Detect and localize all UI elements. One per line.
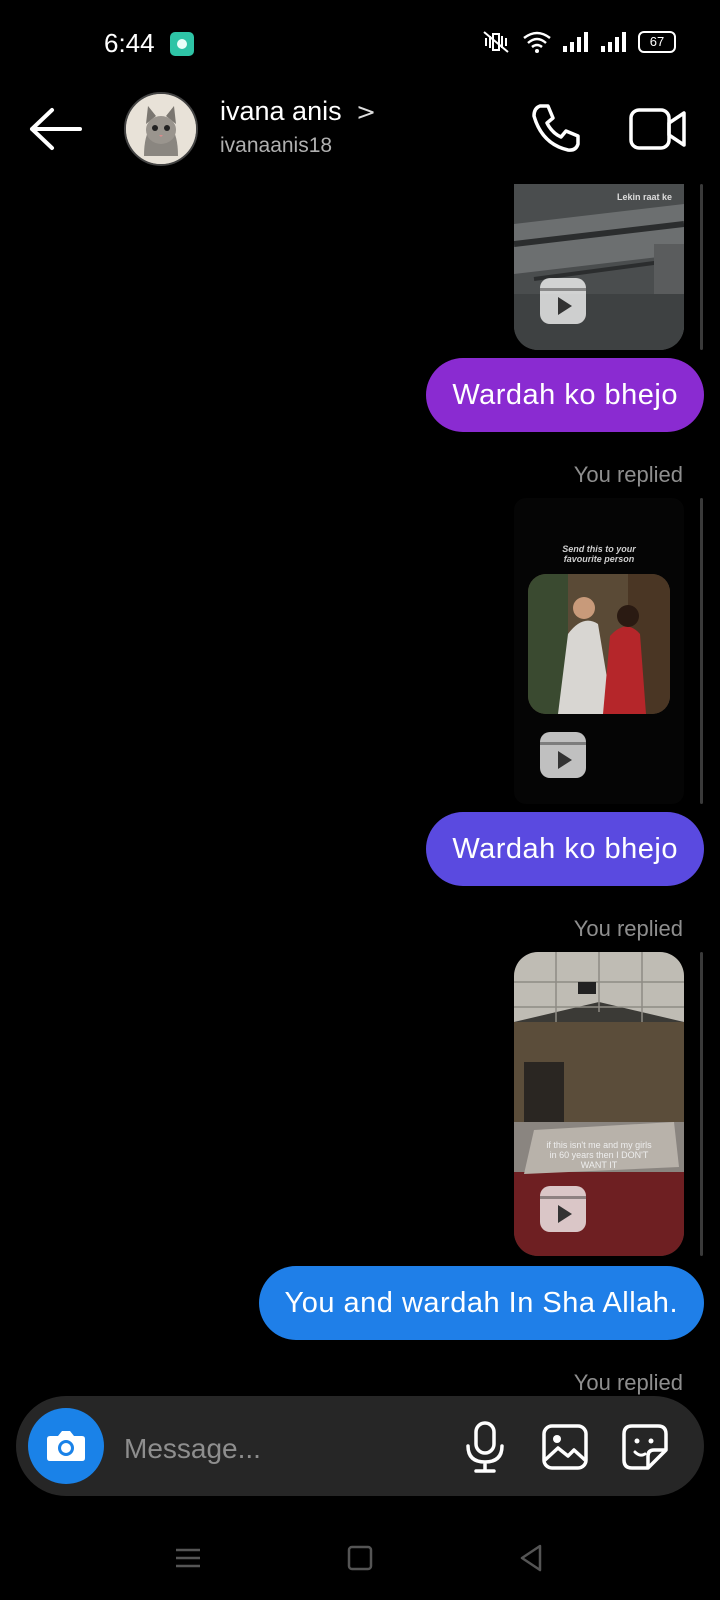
signal-icon-2 (601, 32, 626, 52)
vibrate-icon (483, 31, 509, 53)
divider (700, 952, 703, 1256)
divider (700, 184, 703, 350)
recent-apps-icon[interactable] (168, 1538, 208, 1578)
back-arrow-icon[interactable] (28, 106, 84, 152)
video-camera-icon[interactable] (628, 102, 688, 156)
image-icon[interactable] (540, 1422, 590, 1472)
chevron-right-icon[interactable]: > (356, 98, 376, 126)
replied-label: You replied (573, 1370, 683, 1395)
battery-indicator: 67 (638, 31, 676, 53)
phone-icon[interactable] (528, 100, 584, 156)
message-bubble[interactable]: Wardah ko bhejo (426, 812, 704, 886)
reels-icon (540, 732, 586, 778)
wifi-icon (523, 31, 551, 53)
reel-caption: Lekin raat ke (616, 192, 672, 202)
app-notification-icon (170, 32, 194, 56)
microphone-icon[interactable] (462, 1420, 508, 1474)
camera-icon (47, 1431, 85, 1461)
reel-thumbnail-2[interactable]: Send this to your favourite person (514, 498, 684, 804)
contact-name[interactable]: ivana anis (220, 96, 342, 127)
status-icons: 67 (480, 30, 676, 54)
signal-icon (563, 32, 588, 52)
avatar[interactable] (124, 92, 198, 166)
back-icon[interactable] (512, 1538, 552, 1578)
contact-username[interactable]: ivanaanis18 (220, 134, 332, 158)
reel-caption: if this isn't me and my girls in 60 year… (546, 1140, 652, 1170)
sticker-icon[interactable] (620, 1422, 670, 1472)
replied-label: You replied (573, 916, 683, 941)
replied-label: You replied (573, 462, 683, 487)
reels-icon (540, 278, 586, 324)
status-time: 6:44 (104, 28, 155, 58)
camera-button[interactable] (28, 1408, 104, 1484)
divider (700, 498, 703, 804)
message-input[interactable] (122, 1428, 446, 1470)
reel-thumbnail-3[interactable]: if this isn't me and my girls in 60 year… (514, 952, 684, 1256)
message-bubble[interactable]: You and wardah In Sha Allah. (258, 1266, 704, 1340)
reel-image (528, 574, 670, 714)
reels-icon (540, 1186, 586, 1232)
message-bubble[interactable]: Wardah ko bhejo (426, 358, 704, 432)
home-icon[interactable] (340, 1538, 380, 1578)
reel-thumbnail-1[interactable]: Lekin raat ke (514, 184, 684, 350)
reel-caption: Send this to your favourite person (562, 544, 636, 564)
